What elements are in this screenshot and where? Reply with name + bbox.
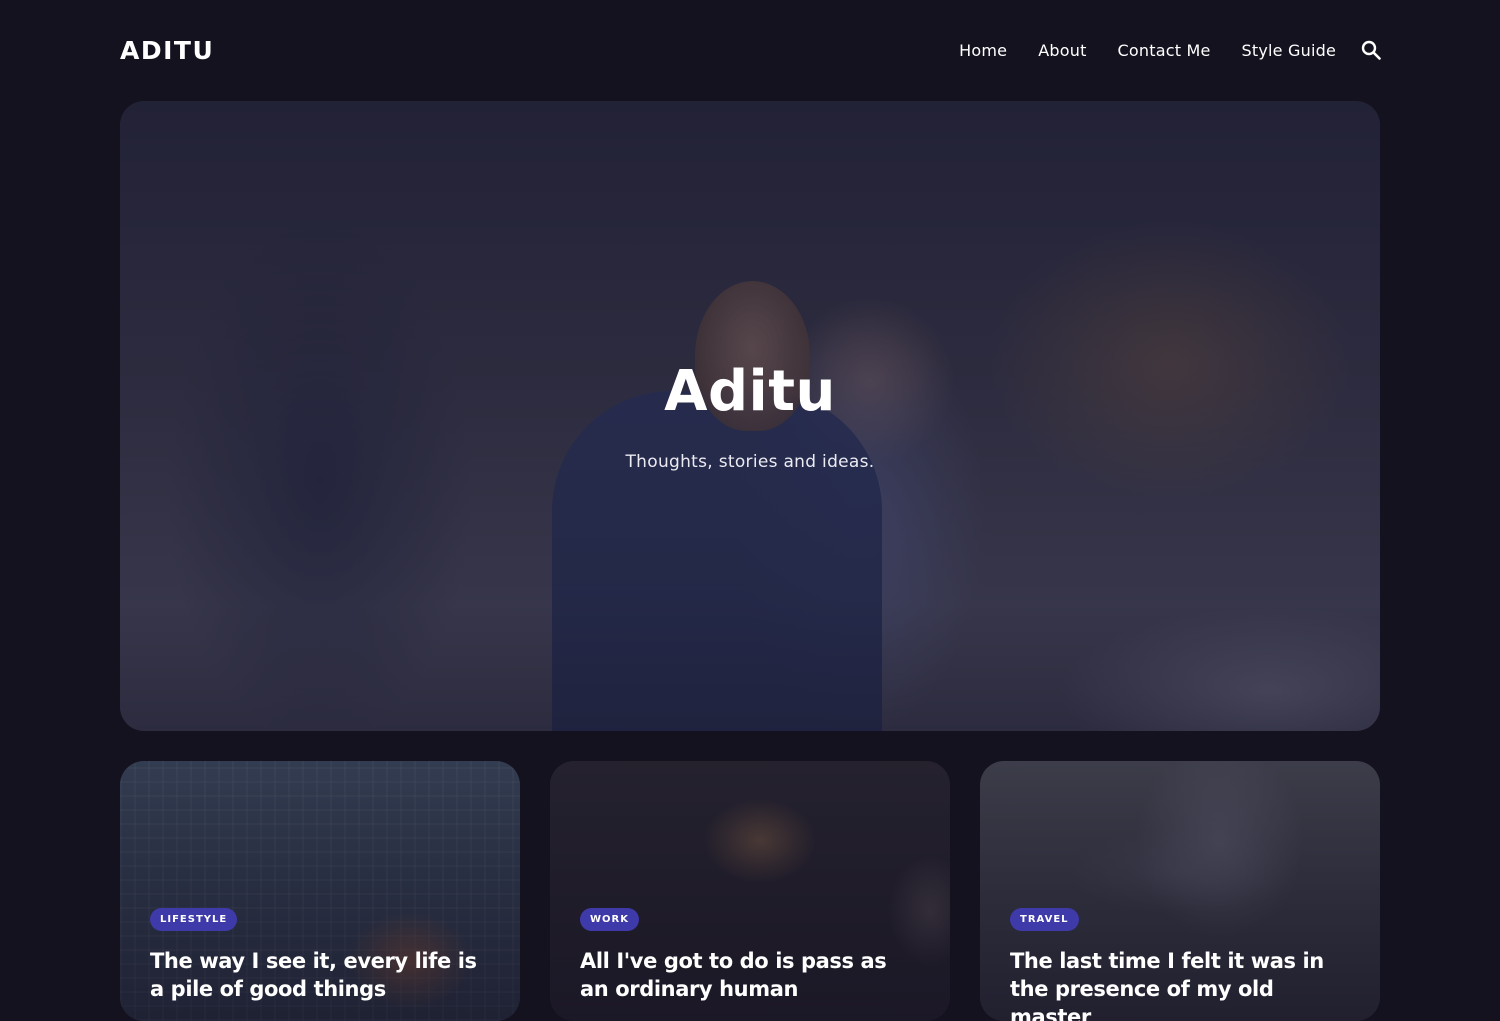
post-title[interactable]: The way I see it, every life is a pile o…: [150, 947, 490, 1003]
site-header: ADITU Home About Contact Me Style Guide: [120, 28, 1382, 72]
tag-badge[interactable]: LIFESTYLE: [150, 908, 238, 931]
hero-title: Aditu: [664, 359, 836, 424]
site-logo[interactable]: ADITU: [120, 36, 214, 65]
tag-badge[interactable]: WORK: [580, 908, 639, 931]
post-card[interactable]: TRAVEL The last time I felt it was in th…: [980, 761, 1380, 1021]
main-nav: Home About Contact Me Style Guide: [928, 39, 1382, 61]
hero-banner: Aditu Thoughts, stories and ideas.: [120, 101, 1380, 731]
post-title[interactable]: The last time I felt it was in the prese…: [1010, 947, 1350, 1021]
post-card[interactable]: WORK All I've got to do is pass as an or…: [550, 761, 950, 1021]
post-card[interactable]: LIFESTYLE The way I see it, every life i…: [120, 761, 520, 1021]
tag-badge[interactable]: TRAVEL: [1010, 908, 1079, 931]
hero-text: Aditu Thoughts, stories and ideas.: [120, 359, 1380, 472]
search-icon[interactable]: [1360, 39, 1382, 61]
post-title[interactable]: All I've got to do is pass as an ordinar…: [580, 947, 920, 1003]
nav-item-contact-me[interactable]: Contact Me: [1118, 41, 1211, 60]
nav-item-about[interactable]: About: [1038, 41, 1086, 60]
post-cards: LIFESTYLE The way I see it, every life i…: [120, 761, 1380, 1021]
hero-tagline: Thoughts, stories and ideas.: [625, 452, 875, 472]
nav-item-home[interactable]: Home: [959, 41, 1007, 60]
nav-item-style-guide[interactable]: Style Guide: [1242, 41, 1336, 60]
